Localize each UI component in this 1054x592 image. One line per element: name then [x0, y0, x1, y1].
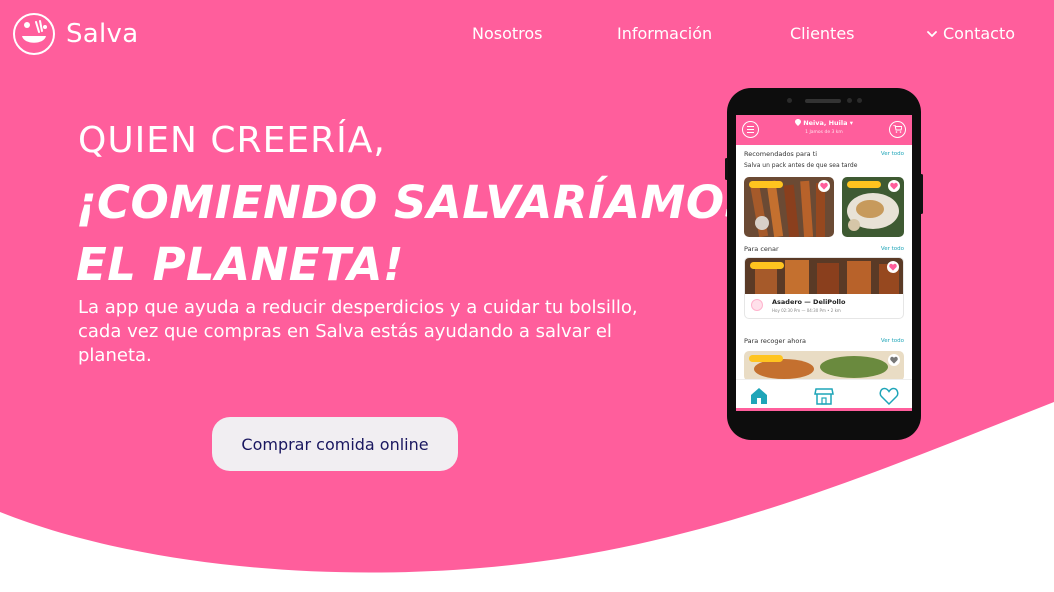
offer-badge — [847, 181, 881, 188]
food-card[interactable] — [842, 177, 904, 237]
home-icon — [751, 388, 767, 404]
store-icon — [814, 388, 834, 405]
phone-mockup: Neiva, Huila ▾ 1 Jamos de 3 km Recomenda… — [725, 88, 923, 440]
nav-link-nosotros[interactable]: Nosotros — [472, 24, 543, 43]
section-title-recommended: Recomendados para ti — [744, 150, 818, 158]
phone-volume-button — [725, 158, 728, 180]
see-all-dinner-link[interactable]: Ver todo — [881, 246, 904, 252]
heart-icon — [890, 182, 898, 190]
food-card[interactable] — [744, 177, 834, 237]
hero-kicker: QUIEN CREERÍA, — [78, 120, 386, 161]
heart-icon — [879, 387, 899, 406]
phone-speaker — [805, 99, 841, 103]
shop-logo-icon — [751, 299, 763, 311]
hero-title-line-1: ¡COMIENDO SALVARÍAMOS — [76, 176, 758, 229]
tab-stores[interactable] — [814, 386, 834, 406]
chevron-down-icon — [927, 30, 937, 37]
section-title-pickup-now: Para recoger ahora — [744, 337, 807, 345]
favorite-button[interactable] — [887, 261, 899, 273]
brand-logo-link[interactable]: Salva — [12, 12, 138, 56]
heart-icon — [820, 182, 828, 190]
favorite-button[interactable] — [888, 354, 900, 366]
phone-power-button — [920, 174, 923, 214]
nav-link-informacion[interactable]: Información — [617, 24, 712, 43]
heart-icon — [890, 356, 898, 364]
favorite-button[interactable] — [818, 180, 830, 192]
app-screen: Neiva, Huila ▾ 1 Jamos de 3 km Recomenda… — [736, 115, 912, 411]
phone-camera-2 — [857, 98, 862, 103]
phone-notch — [727, 88, 921, 116]
nav-link-contacto[interactable]: Contacto — [927, 24, 1015, 43]
hero-title-line-2: EL PLANETA! — [76, 238, 405, 291]
location-pin-icon — [794, 119, 801, 126]
offer-badge — [749, 181, 783, 188]
app-location[interactable]: Neiva, Huila ▾ — [736, 119, 912, 127]
tab-favorites[interactable] — [879, 386, 899, 406]
offer-badge — [750, 262, 784, 269]
see-all-recommended-link[interactable]: Ver todo — [881, 151, 904, 157]
brand-name: Salva — [66, 19, 139, 49]
heart-icon — [889, 263, 897, 271]
app-header: Neiva, Huila ▾ 1 Jamos de 3 km — [736, 115, 912, 145]
app-tab-bar — [736, 379, 912, 409]
nav-link-clientes[interactable]: Clientes — [790, 24, 855, 43]
phone-camera — [847, 98, 852, 103]
food-card[interactable] — [744, 351, 904, 381]
salva-logo-icon — [13, 13, 55, 55]
shop-card[interactable]: Asadero — DeliPollo Hoy 02:30 Pm — 04:30… — [744, 257, 904, 319]
app-location-sub: 1 Jamos de 3 km — [805, 130, 843, 135]
buy-food-online-button[interactable]: Comprar comida online — [212, 417, 458, 471]
see-all-pickup-link[interactable]: Ver todo — [881, 338, 904, 344]
app-bottom-strip — [736, 408, 912, 411]
tab-home[interactable] — [749, 386, 769, 406]
shop-pickup-time: Hoy 02:30 Pm — 04:30 Pm • 2 km — [772, 308, 841, 313]
section-subtitle-recommended: Salva un pack antes de que sea tarde — [744, 162, 858, 169]
cart-icon[interactable] — [889, 121, 906, 138]
hero-title: ¡COMIENDO SALVARÍAMOS EL PLANETA! — [76, 172, 757, 296]
section-title-dinner: Para cenar — [744, 245, 779, 253]
hero-description: La app que ayuda a reducir desperdicios … — [78, 297, 638, 366]
offer-badge — [749, 355, 783, 362]
shop-name: Asadero — DeliPollo — [772, 298, 846, 306]
nav-link-contacto-label: Contacto — [943, 24, 1016, 43]
app-location-label: Neiva, Huila — [803, 119, 848, 127]
favorite-button[interactable] — [888, 180, 900, 192]
phone-sensor — [787, 98, 792, 103]
navbar: Salva Nosotros Información Clientes Cont… — [0, 0, 1054, 70]
